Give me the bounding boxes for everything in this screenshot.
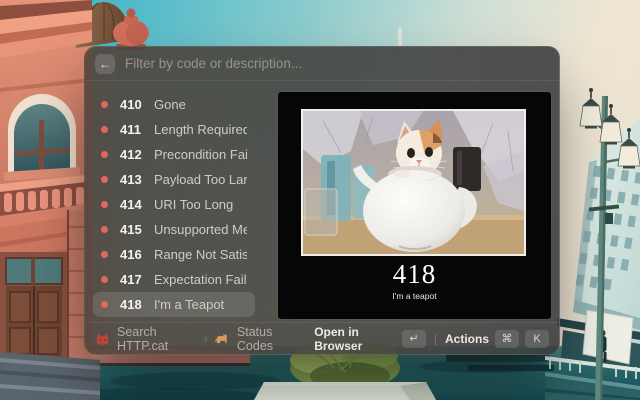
k-key-badge: K (525, 330, 549, 348)
status-dot-icon (101, 226, 108, 233)
status-list-item[interactable]: 418 I'm a Teapot (93, 292, 255, 317)
status-list-item[interactable]: 414 URI Too Long (93, 192, 255, 217)
status-code: 418 (120, 297, 146, 312)
actions-button[interactable]: Actions ⌘ K (445, 330, 549, 348)
return-key-badge: ↵ (402, 330, 426, 348)
footer-divider: | (434, 332, 437, 346)
status-dot-icon (101, 151, 108, 158)
http-cat-logo-icon (95, 331, 110, 346)
status-dot-icon (101, 176, 108, 183)
cat-icon (215, 332, 230, 345)
status-dot-icon (101, 101, 108, 108)
breadcrumb: Search HTTP.cat › Status Codes (95, 325, 300, 353)
background-obelisk (398, 28, 402, 46)
background-bench (446, 355, 550, 362)
actions-label: Actions (445, 332, 489, 346)
back-button[interactable]: ← (95, 54, 115, 74)
status-dot-icon (101, 301, 108, 308)
status-label: Length Required (154, 122, 247, 137)
open-in-browser-button[interactable]: Open in Browser ↵ (314, 325, 426, 353)
command-name: Status Codes (237, 325, 300, 353)
teapot-kitten-photo (301, 109, 526, 256)
status-code: 411 (120, 122, 146, 137)
status-list-item[interactable]: 410 Gone (93, 92, 255, 117)
status-list-item[interactable]: 417 Expectation Failed (93, 267, 255, 292)
cmd-key-badge: ⌘ (495, 330, 519, 348)
status-label: Expectation Failed (154, 272, 247, 287)
status-code: 414 (120, 197, 146, 212)
status-list-item[interactable]: 415 Unsupported Media Type (93, 217, 255, 242)
status-label: Unsupported Media Type (154, 222, 247, 237)
status-code: 417 (120, 272, 146, 287)
breadcrumb-separator: › (204, 331, 208, 346)
status-list-item[interactable]: 412 Precondition Failed (93, 142, 255, 167)
status-label: Range Not Satisfiable (154, 247, 247, 262)
status-dot-icon (101, 251, 108, 258)
poster-status-code: 418 (278, 260, 551, 288)
status-label: Precondition Failed (154, 147, 247, 162)
status-dot-icon (101, 126, 108, 133)
status-code: 410 (120, 97, 146, 112)
status-label: Gone (154, 97, 186, 112)
footer-bar: Search HTTP.cat › Status Codes Open in B… (85, 322, 559, 354)
status-label: I'm a Teapot (154, 297, 224, 312)
status-list-item[interactable]: 411 Length Required (93, 117, 255, 142)
http-cat-poster: 418 I'm a teapot (278, 92, 551, 319)
status-label: URI Too Long (154, 197, 233, 212)
search-input[interactable] (125, 56, 549, 71)
launcher-window: ← 410 Gone 411 Length Required 412 Preco… (84, 46, 560, 355)
status-list-item[interactable]: 416 Range Not Satisfiable (93, 242, 255, 267)
app-name: Search HTTP.cat (117, 325, 197, 353)
status-code: 415 (120, 222, 146, 237)
preview-panel: 418 I'm a teapot (263, 81, 559, 322)
screen: ← 410 Gone 411 Length Required 412 Preco… (0, 0, 640, 400)
poster-caption: I'm a teapot (278, 291, 551, 301)
status-dot-icon (101, 201, 108, 208)
status-code-list: 410 Gone 411 Length Required 412 Precond… (85, 81, 263, 322)
status-code: 416 (120, 247, 146, 262)
content-area: 410 Gone 411 Length Required 412 Precond… (85, 81, 559, 322)
status-code: 413 (120, 172, 146, 187)
status-list-item[interactable]: 413 Payload Too Large (93, 167, 255, 192)
status-label: Payload Too Large (154, 172, 247, 187)
search-bar: ← (85, 47, 559, 81)
back-arrow-icon: ← (99, 57, 111, 71)
background-bench (468, 365, 554, 371)
status-code: 412 (120, 147, 146, 162)
open-in-browser-label: Open in Browser (314, 325, 396, 353)
status-dot-icon (101, 276, 108, 283)
